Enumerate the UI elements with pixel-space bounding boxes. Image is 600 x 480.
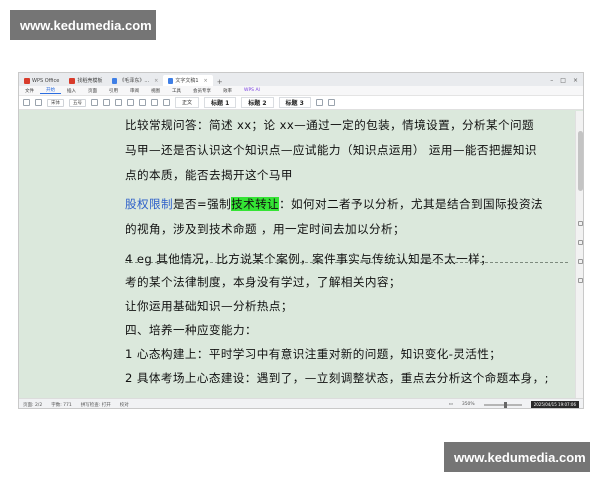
tab-label: 文字文稿1 — [175, 78, 199, 84]
doc-line-7: 考的某个法律制度，本身没有学过，了解相关内容； — [125, 275, 401, 289]
panel-icon[interactable] — [577, 259, 583, 264]
view-mode-icon[interactable]: ▭ — [449, 402, 453, 407]
word-count[interactable]: 字数: 771 — [51, 402, 72, 408]
panel-icon[interactable] — [577, 278, 583, 283]
panel-icon[interactable] — [577, 221, 583, 226]
minimize-icon[interactable]: – — [550, 77, 553, 84]
status-bar: 页面: 2/2 字数: 771 拼写检查: 打开 校对 ▭ 350% 2025/… — [19, 398, 583, 408]
doc-line-11: 2 具体考场上心态建设：遇到了，—立刻调整状态，重点去分析这个命题本身，; — [125, 371, 549, 385]
doc-line-4: 股权限制是否=强制技术转让：如何对二者予以分析，尤其是结合到国际投资法 — [125, 196, 543, 212]
close-icon[interactable]: × — [204, 78, 208, 84]
bold-icon[interactable] — [91, 99, 98, 106]
font-name-select[interactable]: 宋体 — [47, 98, 64, 107]
menu-member[interactable]: 会员专享 — [187, 88, 217, 94]
menu-wps-ai[interactable]: WPS AI — [238, 88, 266, 93]
doc-line-1: 比较常规问答：简述 xx；论 xx—通过一定的包装，情境设置，分析某个问题 — [125, 118, 535, 132]
tab-label: 找稻壳模板 — [77, 78, 103, 84]
template-icon — [69, 77, 76, 84]
menu-view[interactable]: 视图 — [145, 88, 166, 94]
doc-line-9: 四、培养一种应变能力： — [125, 323, 257, 337]
document-canvas[interactable]: 比较常规问答：简述 xx；论 xx—通过一定的包装，情境设置，分析某个问题 马甲… — [19, 111, 575, 398]
font-size-select[interactable]: 五号 — [69, 98, 86, 107]
line-spacing-icon[interactable] — [163, 99, 170, 106]
wps-window: WPS Office 找稻壳模板 《毛泽东》... × 文字文稿1 × + – … — [18, 72, 584, 409]
blue-term: 股权限制 — [125, 197, 173, 211]
right-side-toolbar — [575, 111, 583, 283]
doc-icon — [112, 77, 118, 84]
style-heading-2[interactable]: 标题 2 — [241, 97, 274, 108]
line-text: 是否=强制 — [172, 197, 232, 211]
maximize-icon[interactable]: □ — [560, 77, 566, 84]
watermark-text: www.kedumedia.com — [20, 17, 152, 33]
align-left-icon[interactable] — [139, 99, 146, 106]
doc-line-10: 1 心态构建上：平时学习中有意识注重对新的问题，知识变化-灵活性； — [125, 347, 502, 361]
tab-doc-active[interactable]: 文字文稿1 × — [163, 75, 213, 86]
font-color-icon[interactable] — [127, 99, 134, 106]
new-tab-button[interactable]: + — [213, 78, 227, 86]
menu-reference[interactable]: 引用 — [103, 88, 124, 94]
style-heading-1[interactable]: 标题 1 — [204, 97, 237, 108]
line-text: ：如何对二者予以分析，尤其是结合到国际投资法 — [279, 197, 543, 211]
watermark-text: www.kedumedia.com — [454, 449, 586, 465]
align-center-icon[interactable] — [151, 99, 158, 106]
zoom-slider-knob[interactable] — [503, 401, 507, 408]
watermark-bottom: www.kedumedia.com — [444, 442, 590, 472]
zoom-level[interactable]: 350% — [462, 402, 475, 407]
italic-icon[interactable] — [103, 99, 110, 106]
close-icon[interactable]: × — [154, 78, 158, 84]
menu-efficiency[interactable]: 效率 — [217, 88, 238, 94]
panel-icon[interactable] — [577, 240, 583, 245]
select-icon[interactable] — [327, 99, 335, 106]
menu-tools[interactable]: 工具 — [166, 88, 187, 94]
zoom-slider[interactable] — [483, 401, 522, 408]
doc-icon — [168, 77, 174, 84]
tab-wps-home[interactable]: WPS Office — [19, 75, 64, 86]
tab-bar: WPS Office 找稻壳模板 《毛泽东》... × 文字文稿1 × + – … — [19, 73, 583, 86]
highlighted-term: 技术转让 — [231, 197, 280, 211]
close-window-icon[interactable]: × — [573, 77, 578, 84]
doc-line-5: 的视角，涉及到技术命题 ，用一定时间去加以分析； — [125, 222, 405, 236]
style-heading-3[interactable]: 标题 3 — [278, 97, 311, 108]
watermark-top: www.kedumedia.com — [10, 10, 156, 40]
format-painter-icon[interactable] — [35, 99, 42, 106]
tab-doc-1[interactable]: 《毛泽东》... × — [107, 75, 163, 86]
menu-bar: 文件 开始 插入 页面 引用 审阅 视图 工具 会员专享 效率 WPS AI — [19, 86, 583, 96]
spell-check-status[interactable]: 拼写检查: 打开 — [81, 402, 111, 408]
tab-templates[interactable]: 找稻壳模板 — [64, 75, 107, 86]
window-controls: – □ × — [550, 75, 583, 86]
tab-label: 《毛泽东》... — [119, 78, 150, 84]
doc-line-8: 让你运用基础知识—分析热点； — [125, 299, 293, 313]
proofread-button[interactable]: 校对 — [120, 402, 129, 408]
menu-file[interactable]: 文件 — [19, 88, 40, 94]
menu-review[interactable]: 审阅 — [124, 88, 145, 94]
find-replace-icon[interactable] — [315, 99, 323, 106]
doc-line-6: 4 eg 其他情况，比方说某个案例，案件事实与传统认知是不太一样； — [125, 252, 493, 266]
style-normal[interactable]: 正文 — [175, 97, 200, 108]
screenshot-frame: www.kedumedia.com WPS Office 找稻壳模板 《毛泽东》… — [0, 0, 600, 480]
system-clock: 2025/04/15 19:07:06 — [530, 401, 579, 408]
menu-page[interactable]: 页面 — [82, 88, 103, 94]
wps-logo-icon — [24, 77, 30, 84]
tab-label: WPS Office — [32, 77, 60, 84]
paste-icon[interactable] — [23, 99, 30, 106]
menu-insert[interactable]: 插入 — [61, 88, 82, 94]
underline-icon[interactable] — [115, 99, 122, 106]
doc-line-2: 马甲—还是否认识这个知识点—应试能力（知识点运用） 运用—能否把握知识 — [125, 143, 537, 157]
ribbon-toolbar: 宋体 五号 正文 标题 1 标题 2 标题 3 — [19, 96, 583, 110]
page-indicator[interactable]: 页面: 2/2 — [23, 402, 42, 408]
menu-home[interactable]: 开始 — [40, 87, 61, 94]
doc-line-3: 点的本质，能否去揭开这个马甲 — [125, 168, 293, 182]
